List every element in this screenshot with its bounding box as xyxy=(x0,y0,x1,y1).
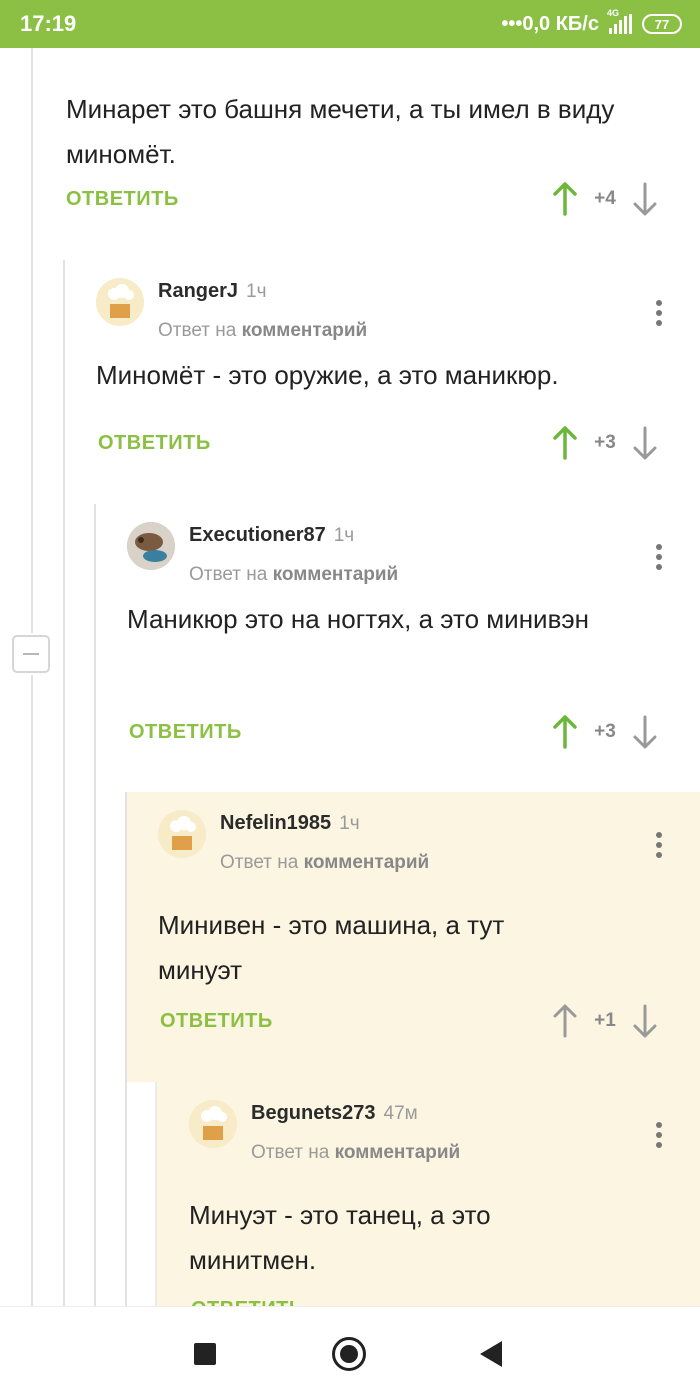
avatar xyxy=(189,1100,237,1148)
upvote-icon[interactable] xyxy=(552,715,578,749)
downvote-icon[interactable] xyxy=(632,426,658,460)
comment-header: RangerJ 1ч Ответ на комментарий xyxy=(96,260,686,350)
comment-actions: ОТВЕТИТЬ +1 xyxy=(160,1004,674,1050)
comment: Begunets273 47м Ответ на комментарий Мину… xyxy=(189,1082,689,1275)
comment-author[interactable]: RangerJ 1ч xyxy=(158,280,267,303)
comment-body: Минарет это башня мечети, а ты имел в ви… xyxy=(66,94,615,169)
network-type: 4G xyxy=(607,8,620,18)
downvote-icon[interactable] xyxy=(632,715,658,749)
vote-controls: +3 xyxy=(552,426,658,460)
comment-author[interactable]: Executioner87 1ч xyxy=(189,524,354,547)
vote-score: +4 xyxy=(594,188,616,209)
vote-score: +3 xyxy=(594,721,616,742)
avatar xyxy=(158,810,206,858)
comment-actions: ОТВЕТИТЬ xyxy=(191,1298,674,1306)
upvote-icon[interactable] xyxy=(552,182,578,216)
comment-author[interactable]: Nefelin1985 1ч xyxy=(220,812,360,835)
comment-actions: ОТВЕТИТЬ +3 xyxy=(129,715,674,761)
upvote-icon[interactable] xyxy=(552,1004,578,1038)
thread-line xyxy=(63,260,65,1306)
reply-to-partial: Ответ на комментарий xyxy=(66,48,666,58)
comment: Nefelin1985 1ч Ответ на комментарий Минив… xyxy=(158,792,688,985)
upvote-icon[interactable] xyxy=(552,426,578,460)
vote-score: +3 xyxy=(594,432,616,453)
reply-to-link[interactable]: Ответ на комментарий xyxy=(158,320,367,342)
comment-time: 1ч xyxy=(246,281,267,302)
comment-time: 47м xyxy=(383,1103,418,1124)
reply-button[interactable]: ОТВЕТИТЬ xyxy=(191,1298,304,1306)
downvote-icon[interactable] xyxy=(632,182,658,216)
thread-line xyxy=(155,1082,157,1306)
more-options-icon[interactable] xyxy=(656,300,664,326)
comment-header: Nefelin1985 1ч Ответ на комментарий xyxy=(158,792,688,882)
comment-body: Маникюр это на ногтях, а это минивэн xyxy=(127,604,590,634)
thread-line xyxy=(31,48,33,633)
reply-to-link[interactable]: Ответ на комментарий xyxy=(189,564,398,586)
status-bar: 17:19 •••0,0 КБ/с 4G 77 xyxy=(0,0,700,48)
comment-actions: ОТВЕТИТЬ +3 xyxy=(98,426,674,472)
vote-controls: +3 xyxy=(552,715,658,749)
reply-button[interactable]: ОТВЕТИТЬ xyxy=(66,188,179,211)
comment: Executioner87 1ч Ответ на комментарий Ман… xyxy=(127,504,687,634)
vote-controls: +4 xyxy=(552,182,658,216)
comment-body: Миномёт - это оружие, а это маникюр. xyxy=(96,360,559,390)
vote-score: +1 xyxy=(594,1010,616,1031)
thread-line xyxy=(125,792,127,1306)
reply-to-link[interactable]: Ответ на комментарий xyxy=(220,852,429,874)
vote-controls: +1 xyxy=(552,1004,658,1038)
comment-header: Executioner87 1ч Ответ на комментарий xyxy=(127,504,687,594)
comment-time: 1ч xyxy=(339,813,360,834)
more-options-icon[interactable] xyxy=(656,544,664,570)
comment-header: Begunets273 47м Ответ на комментарий xyxy=(189,1082,689,1172)
navigation-bar xyxy=(0,1306,700,1400)
comments-thread: Ответ на комментарий Минарет это башня м… xyxy=(0,48,700,1306)
signal-icon: 4G xyxy=(607,8,632,34)
reply-button[interactable]: ОТВЕТИТЬ xyxy=(98,432,211,455)
recent-apps-icon[interactable] xyxy=(194,1343,216,1365)
battery-icon: 77 xyxy=(642,14,682,34)
reply-button[interactable]: ОТВЕТИТЬ xyxy=(129,721,242,744)
comment-author[interactable]: Begunets273 47м xyxy=(251,1102,418,1125)
collapse-thread-button[interactable] xyxy=(12,635,50,673)
comment-time: 1ч xyxy=(333,525,355,546)
thread-line xyxy=(31,675,33,1306)
thread-line xyxy=(94,504,96,1306)
more-options-icon[interactable] xyxy=(656,1122,664,1148)
comment-actions: ОТВЕТИТЬ +4 xyxy=(66,182,674,228)
status-right: •••0,0 КБ/с 4G 77 xyxy=(501,8,682,36)
reply-to-link[interactable]: Ответ на комментарий xyxy=(251,1142,460,1164)
reply-button[interactable]: ОТВЕТИТЬ xyxy=(160,1010,273,1033)
comment: RangerJ 1ч Ответ на комментарий Миномёт -… xyxy=(96,260,686,390)
downvote-icon[interactable] xyxy=(632,1004,658,1038)
back-icon[interactable] xyxy=(480,1341,502,1367)
comment-body: Минивен - это машина, а тут минуэт xyxy=(158,910,505,985)
home-icon[interactable] xyxy=(332,1337,366,1371)
comment: Ответ на комментарий Минарет это башня м… xyxy=(66,48,666,169)
more-options-icon[interactable] xyxy=(656,832,664,858)
status-time: 17:19 xyxy=(20,11,77,36)
comment-body: Минуэт - это танец, а это минитмен. xyxy=(189,1200,491,1275)
battery-level: 77 xyxy=(654,16,670,32)
avatar xyxy=(127,522,175,570)
avatar xyxy=(96,278,144,326)
network-speed: •••0,0 КБ/с xyxy=(501,12,599,35)
